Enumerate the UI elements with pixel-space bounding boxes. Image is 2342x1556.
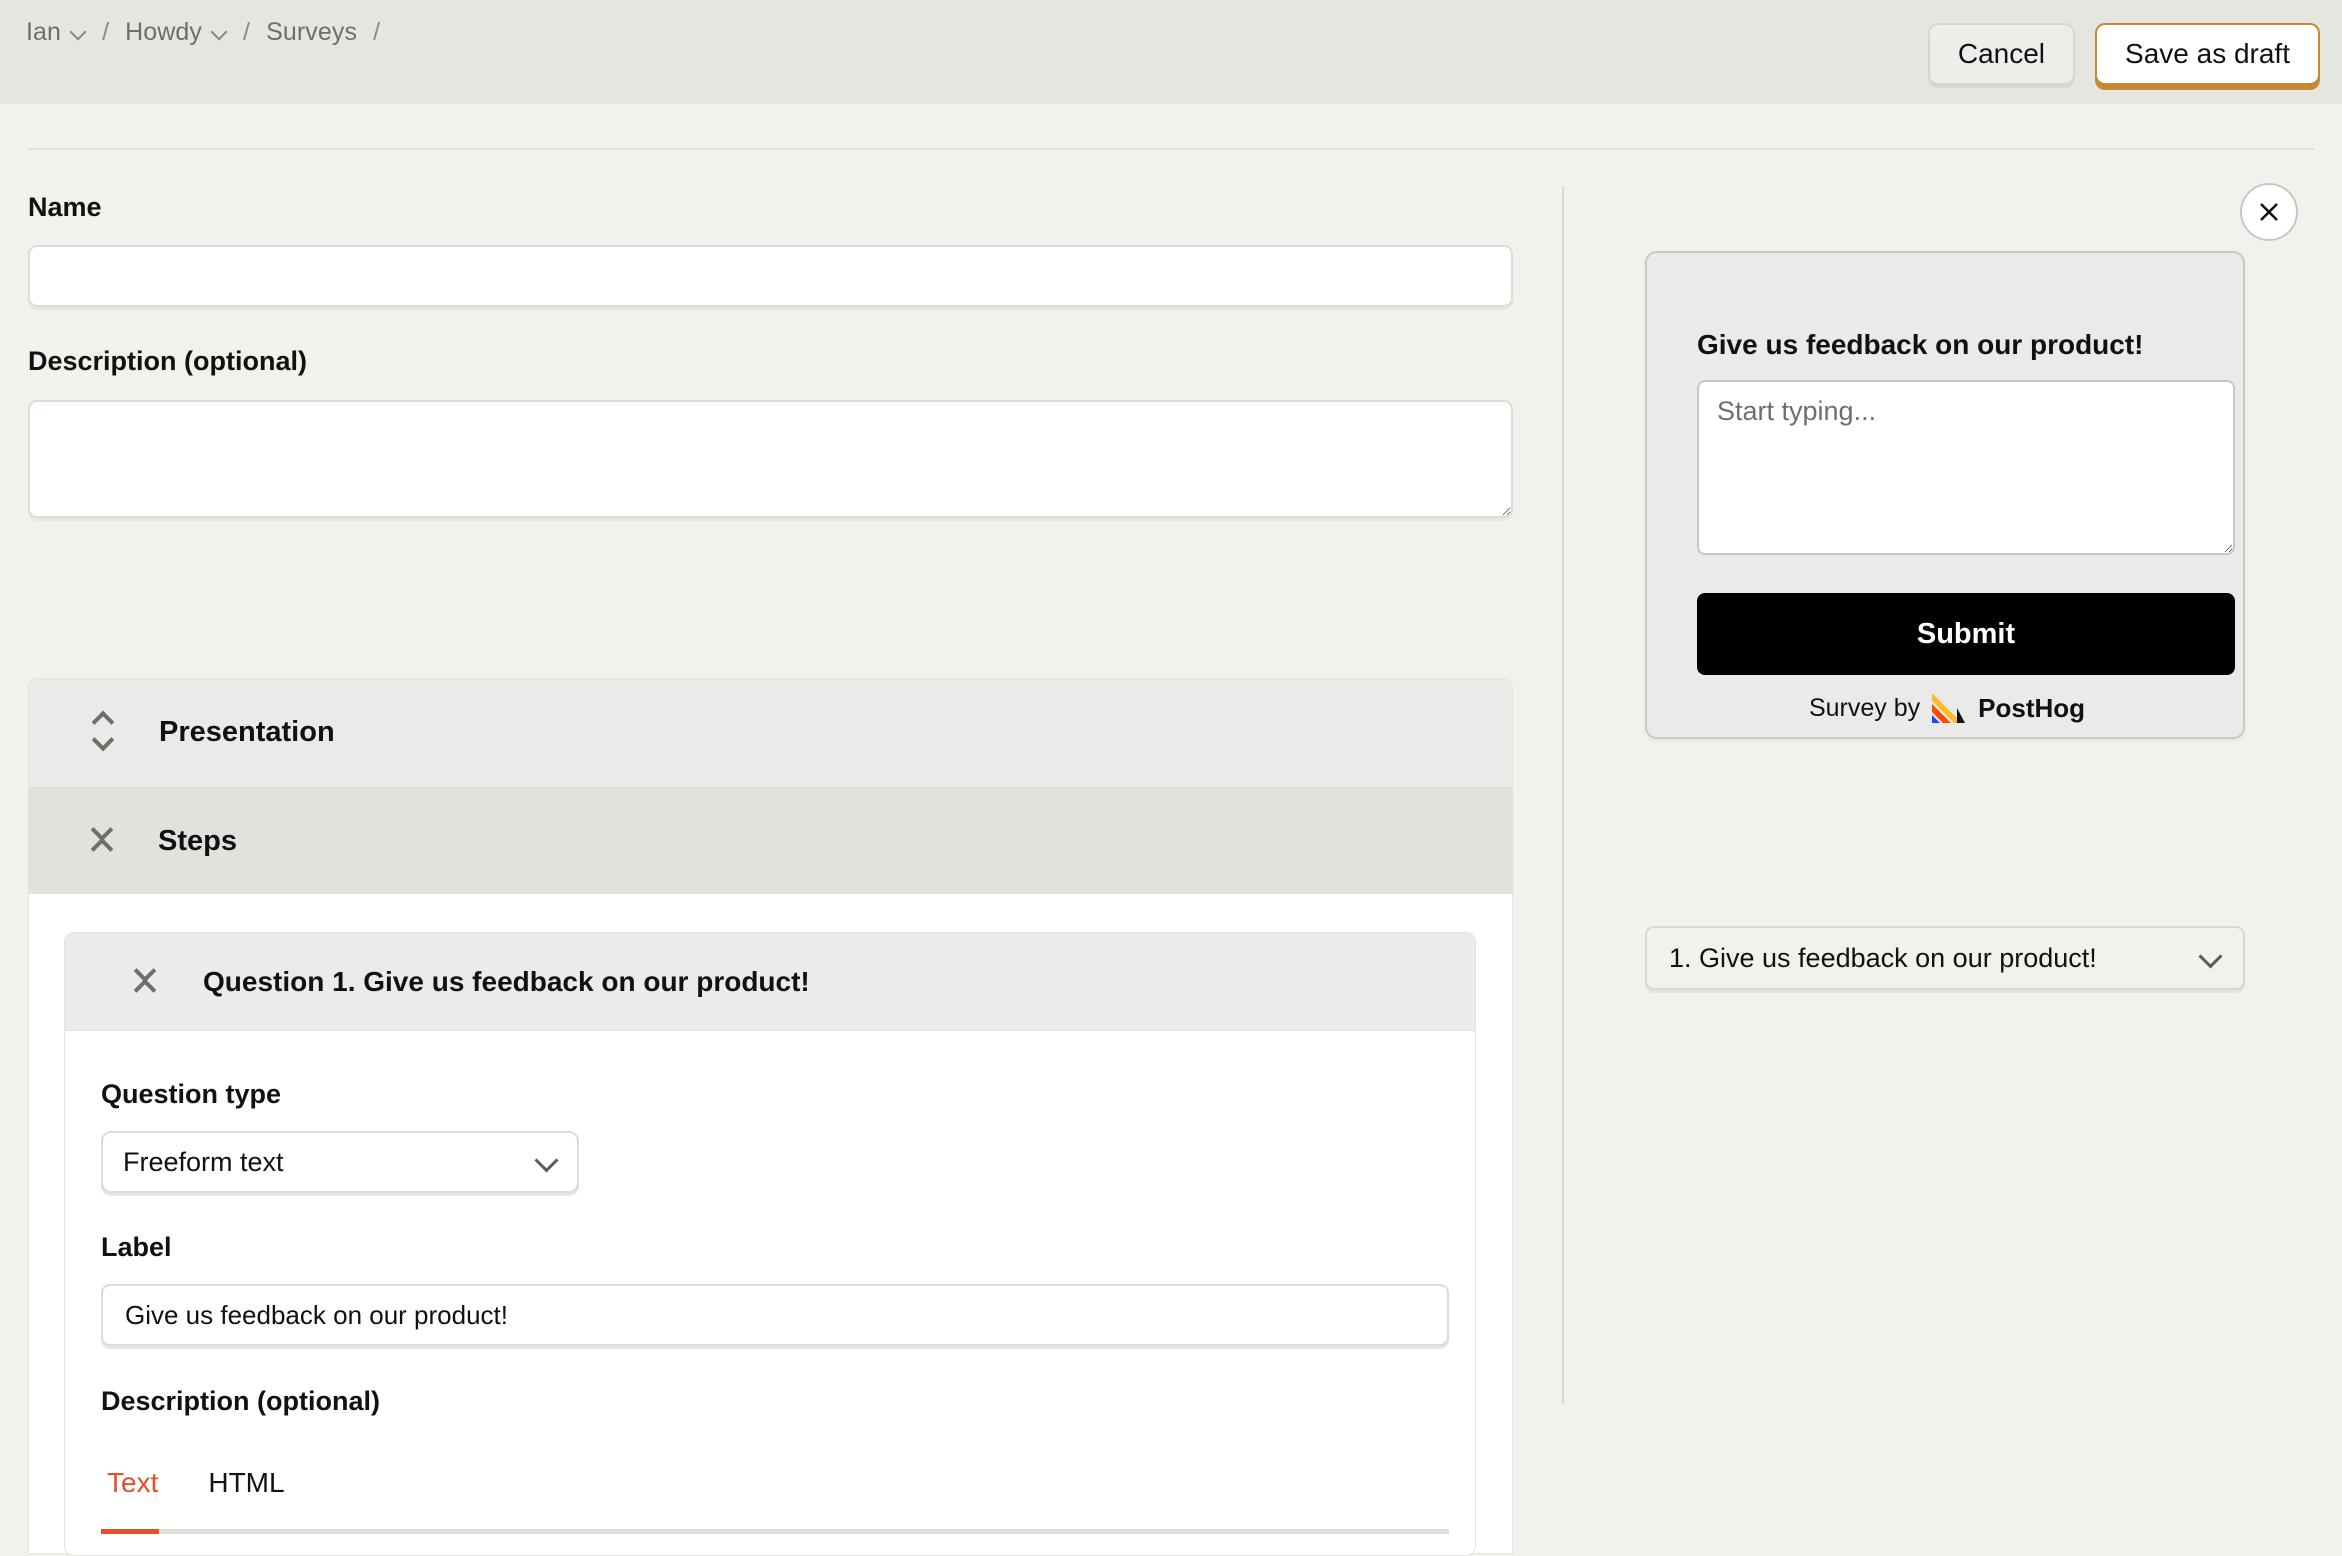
question-card-title: Question 1. Give us feedback on our prod… (203, 965, 810, 997)
close-icon[interactable] (2240, 183, 2298, 241)
save-as-draft-button[interactable]: Save as draft (2095, 23, 2320, 85)
preview-answer-textarea[interactable] (1697, 380, 2235, 555)
chevron-down-icon (211, 25, 227, 41)
preview-question-select-value: 1. Give us feedback on our product! (1669, 942, 2097, 973)
breadcrumb-item-surveys[interactable]: Surveys (266, 18, 357, 47)
breadcrumb-item-project[interactable]: Howdy (125, 18, 227, 47)
chevrons-collapse-icon (90, 818, 120, 861)
section-presentation-title: Presentation (159, 715, 335, 748)
survey-editor-form: Name Description (optional) Presentation… (0, 150, 1514, 1556)
posthog-logo-icon (1932, 693, 1966, 723)
question-card: Question 1. Give us feedback on our prod… (64, 932, 1476, 1556)
question-description-label: Description (optional) (101, 1386, 380, 1416)
tab-active-indicator (101, 1529, 159, 1534)
top-bar-actions: Cancel Save as draft (1927, 23, 2320, 85)
survey-by-text: Survey by (1808, 694, 1921, 722)
chevron-down-icon (70, 25, 86, 41)
name-field-label: Name (28, 192, 102, 222)
posthog-brand-name: PostHog (1978, 693, 2086, 723)
tab-text[interactable]: Text (101, 1466, 164, 1505)
breadcrumb-label-surveys: Surveys (266, 18, 358, 46)
breadcrumb-separator-trailing: / (373, 18, 381, 46)
section-steps-body: Question 1. Give us feedback on our prod… (28, 894, 1513, 1556)
chevrons-collapse-icon (133, 959, 163, 1002)
chevron-down-icon (537, 1152, 557, 1172)
question-type-select[interactable]: Freeform text (101, 1131, 579, 1193)
section-steps-header[interactable]: Steps (28, 787, 1513, 894)
survey-preview-card: Give us feedback on our product! Submit … (1645, 251, 2245, 739)
question-type-value: Freeform text (123, 1146, 284, 1177)
survey-preview-panel: Give us feedback on our product! Submit … (1564, 150, 2342, 1404)
question-label-input[interactable] (101, 1284, 1449, 1346)
question-label-label: Label (101, 1232, 172, 1262)
description-textarea[interactable] (28, 400, 1513, 518)
breadcrumb-separator: / (102, 18, 110, 46)
question-card-header[interactable]: Question 1. Give us feedback on our prod… (65, 933, 1475, 1031)
preview-question-title: Give us feedback on our product! (1697, 329, 2144, 360)
section-presentation-header[interactable]: Presentation (28, 678, 1513, 786)
breadcrumb-separator: / (243, 18, 251, 46)
cancel-button[interactable]: Cancel (1927, 23, 2076, 85)
name-input[interactable] (28, 245, 1513, 307)
breadcrumb-label-org: Ian (26, 18, 62, 46)
chevrons-expand-icon (91, 710, 121, 752)
description-field-label: Description (optional) (28, 346, 307, 376)
section-steps-title: Steps (158, 824, 237, 857)
chevron-down-icon (2201, 948, 2221, 968)
survey-by-footer: Survey by PostHog (1647, 693, 2247, 724)
top-bar: Ian / Howdy / Surveys / Cancel Save as d… (0, 0, 2342, 104)
breadcrumb-item-org[interactable]: Ian (26, 18, 86, 47)
description-format-tabs: Text HTML (101, 1453, 1449, 1534)
preview-submit-button[interactable]: Submit (1697, 593, 2235, 675)
question-type-label: Question type (101, 1079, 282, 1109)
tab-html[interactable]: HTML (202, 1466, 290, 1505)
tabs-underline (101, 1529, 1449, 1534)
breadcrumb-label-project: Howdy (125, 18, 203, 46)
preview-question-select[interactable]: 1. Give us feedback on our product! (1645, 926, 2245, 990)
breadcrumb: Ian / Howdy / Surveys / (26, 18, 396, 47)
